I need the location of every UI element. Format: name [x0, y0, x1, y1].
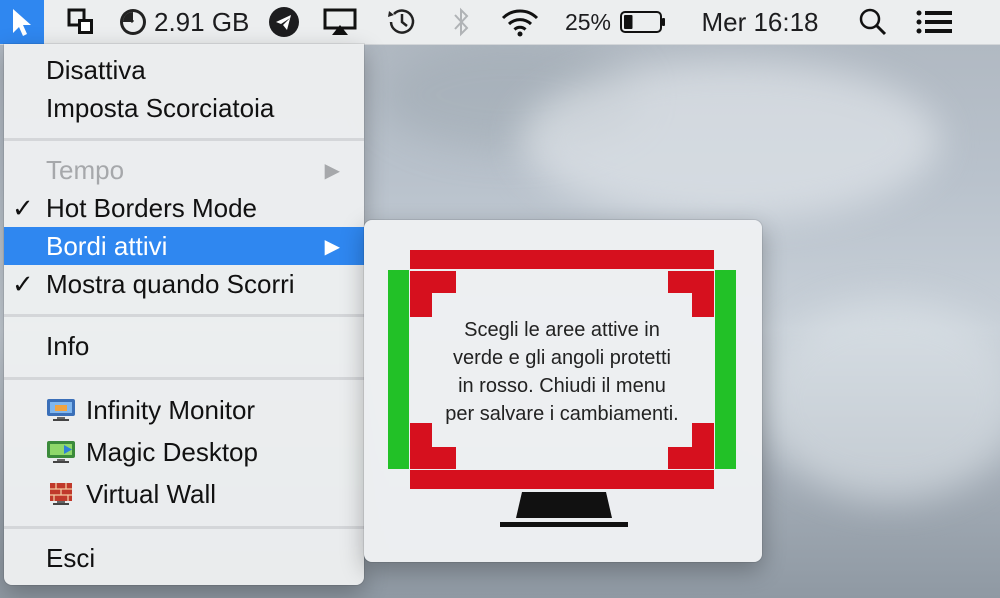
menu-item-infinity-monitor[interactable]: Infinity Monitor	[4, 391, 364, 429]
menu-item-info[interactable]: Info	[4, 327, 364, 365]
menu-item-label: Info	[46, 330, 90, 361]
battery-percent[interactable]: 25%	[562, 0, 614, 44]
menu-separator	[4, 314, 364, 317]
app-dropdown-menu: Disattiva Imposta Scorciatoia Tempo ▶ ✓ …	[4, 44, 364, 585]
magic-desktop-icon	[47, 441, 75, 463]
bottom-right-corner-protected[interactable]	[668, 423, 714, 469]
menu-item-imposta-scorciatoia[interactable]: Imposta Scorciatoia	[4, 89, 364, 127]
menu-item-label: Mostra quando Scorri	[46, 268, 295, 299]
menu-item-label: Magic Desktop	[86, 436, 258, 467]
instruction-line: verde e gli angoli protetti	[453, 347, 671, 369]
menu-item-bordi-attivi[interactable]: Bordi attivi ▶	[4, 227, 364, 265]
menu-item-label: Tempo	[46, 154, 125, 185]
virtual-wall-icon	[50, 483, 72, 505]
memory-readout[interactable]: 2.91 GB	[154, 0, 250, 44]
menu-item-tempo: Tempo ▶	[4, 151, 364, 189]
menu-separator	[4, 526, 364, 529]
top-right-corner-protected[interactable]	[668, 271, 714, 317]
bluetooth-icon[interactable]	[446, 0, 476, 44]
menu-separator	[4, 377, 364, 380]
bottom-left-corner-protected[interactable]	[410, 423, 456, 469]
infinity-monitor-icon	[47, 399, 75, 421]
submenu-arrow-icon: ▶	[324, 235, 340, 258]
instruction-line: Scegli le aree attive in	[464, 319, 660, 341]
menu-item-disattiva[interactable]: Disattiva	[4, 51, 364, 89]
menu-item-label: Virtual Wall	[86, 478, 217, 509]
time-machine-icon[interactable]	[382, 0, 422, 44]
menu-separator	[4, 138, 364, 141]
left-edge-active[interactable]	[388, 270, 409, 469]
bottom-edge-protected[interactable]	[410, 470, 714, 489]
menu-item-label: Esci	[46, 542, 96, 573]
instruction-text: Scegli le aree attive in verde e gli ang…	[412, 316, 712, 428]
checkmark-icon: ✓	[12, 192, 34, 223]
menu-item-label: Hot Borders Mode	[46, 192, 257, 223]
right-edge-active[interactable]	[715, 270, 736, 469]
menu-bar: 2.91 GB 25% Mer 16:18	[0, 0, 1000, 45]
cursor-app-icon[interactable]	[0, 0, 44, 44]
instruction-line: in rosso. Chiudi il menu	[458, 375, 666, 397]
instruction-line: per salvare i cambiamenti.	[445, 403, 679, 425]
menu-item-hot-borders-mode[interactable]: ✓ Hot Borders Mode	[4, 189, 364, 227]
spotlight-search-icon[interactable]	[854, 0, 892, 44]
menu-item-label: Bordi attivi	[46, 230, 168, 261]
top-edge-protected[interactable]	[410, 250, 714, 269]
submenu-arrow-icon: ▶	[324, 159, 340, 182]
resize-app-icon[interactable]	[62, 0, 100, 44]
notification-center-icon[interactable]	[912, 0, 956, 44]
checkmark-icon: ✓	[12, 268, 34, 299]
telegram-icon[interactable]	[266, 0, 302, 44]
menu-item-label: Disattiva	[46, 54, 146, 85]
top-left-corner-protected[interactable]	[410, 271, 456, 317]
memory-gauge-icon[interactable]	[116, 0, 150, 44]
airplay-icon[interactable]	[320, 0, 360, 44]
monitor-stand-icon	[500, 492, 628, 527]
menu-item-label: Infinity Monitor	[86, 394, 256, 425]
menu-item-label: Imposta Scorciatoia	[46, 92, 275, 123]
clock[interactable]: Mer 16:18	[694, 0, 826, 44]
wifi-icon[interactable]	[498, 0, 542, 44]
menu-item-virtual-wall[interactable]: Virtual Wall	[4, 475, 364, 513]
battery-fill	[624, 15, 633, 29]
menu-item-magic-desktop[interactable]: Magic Desktop	[4, 433, 364, 471]
battery-icon[interactable]	[618, 0, 668, 44]
active-borders-submenu: Scegli le aree attive in verde e gli ang…	[364, 220, 762, 562]
menu-item-esci[interactable]: Esci	[4, 539, 364, 577]
menu-item-mostra-quando-scorri[interactable]: ✓ Mostra quando Scorri	[4, 265, 364, 303]
